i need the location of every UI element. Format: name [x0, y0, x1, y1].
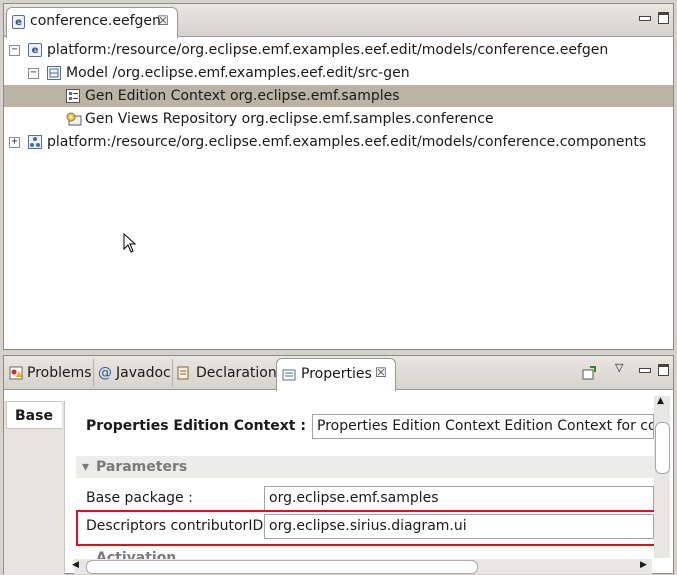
views-tab-bar: Problems @ Javadoc Declaration Propertie… [4, 356, 673, 391]
close-icon[interactable]: ☒ [375, 366, 387, 381]
section-title: Parameters [96, 459, 188, 475]
editor-tab-bar: e conference.eefgen ☒ [4, 4, 673, 38]
tree-item-model[interactable]: − Model /org.eclipse.emf.examples.eef.ed… [4, 62, 673, 84]
tree-item-label: platform:/resource/org.eclipse.emf.examp… [47, 42, 609, 58]
scroll-right-icon[interactable]: ▶ [640, 560, 647, 570]
tab-divider [172, 359, 173, 386]
scrollbar-thumb[interactable] [86, 560, 478, 574]
properties-view: Problems @ Javadoc Declaration Propertie… [3, 355, 674, 575]
javadoc-icon: @ [98, 365, 112, 381]
tab-label: Properties [301, 366, 372, 382]
parameters-section-header[interactable]: ▾ Parameters [76, 456, 656, 478]
collapse-icon[interactable]: − [28, 68, 39, 79]
highlight-box [76, 510, 657, 546]
context-field[interactable]: Properties Edition Context Edition Conte… [312, 414, 654, 439]
minimize-icon[interactable] [639, 16, 651, 21]
scrollbar-thumb[interactable] [655, 422, 670, 474]
side-tab-base[interactable]: Base [6, 401, 62, 429]
close-icon[interactable]: ☒ [157, 14, 169, 29]
view-menu-icon[interactable]: ▽ [615, 361, 623, 374]
tree-item-components-resource[interactable]: + platform:/resource/org.eclipse.emf.exa… [4, 131, 673, 153]
properties-icon [282, 369, 296, 381]
mouse-cursor-icon [123, 233, 137, 253]
edition-context-icon [66, 89, 80, 103]
expand-icon[interactable]: + [9, 137, 20, 148]
maximize-icon[interactable] [658, 364, 669, 376]
model-icon [47, 66, 61, 80]
context-label: Properties Edition Context : [86, 418, 306, 434]
eefgen-file-icon: e [12, 15, 25, 29]
next-section-header: Activation [96, 550, 177, 559]
minimize-icon[interactable] [639, 368, 651, 373]
tab-label: Declaration [196, 365, 277, 381]
tree-item-gen-edition-context[interactable]: Gen Edition Context org.eclipse.emf.samp… [4, 85, 673, 107]
tree-item-label: platform:/resource/org.eclipse.emf.examp… [47, 134, 647, 150]
editor-panel: e conference.eefgen ☒ − e platform:/reso… [3, 3, 674, 350]
tab-divider [93, 359, 94, 386]
declaration-icon [177, 366, 189, 380]
pin-view-icon[interactable] [581, 365, 597, 381]
maximize-icon[interactable] [658, 12, 669, 24]
tree-item-label: Model /org.eclipse.emf.examples.eef.edit… [66, 65, 410, 81]
tree-item-label: Gen Edition Context org.eclipse.emf.samp… [85, 88, 400, 104]
scroll-up-icon[interactable]: ▲ [657, 396, 664, 406]
tree-item-gen-views-repository[interactable]: Gen Views Repository org.eclipse.emf.sam… [4, 108, 673, 130]
problems-icon [9, 366, 23, 380]
base-package-label: Base package : [86, 490, 193, 506]
views-repository-icon [66, 112, 82, 126]
collapse-arrow-icon: ▾ [82, 459, 90, 475]
tree-item-eefgen-resource[interactable]: − e platform:/resource/org.eclipse.emf.e… [4, 39, 673, 61]
scroll-left-icon[interactable]: ◀ [72, 560, 79, 570]
collapse-icon[interactable]: − [9, 45, 20, 56]
eefgen-file-icon: e [28, 43, 42, 57]
tab-properties[interactable]: Properties ☒ [276, 358, 396, 391]
base-package-field[interactable]: org.eclipse.emf.samples [264, 486, 654, 511]
tree-item-label: Gen Views Repository org.eclipse.emf.sam… [85, 111, 494, 127]
tab-label: Problems [27, 365, 92, 381]
tab-conference-eefgen[interactable]: e conference.eefgen ☒ [6, 7, 178, 38]
vertical-scrollbar[interactable]: ▲ [654, 396, 670, 558]
tab-label: conference.eefgen [30, 13, 161, 29]
components-file-icon [28, 135, 42, 149]
horizontal-scrollbar[interactable]: ◀ ▶ [72, 559, 652, 574]
tab-label: Javadoc [116, 365, 171, 381]
